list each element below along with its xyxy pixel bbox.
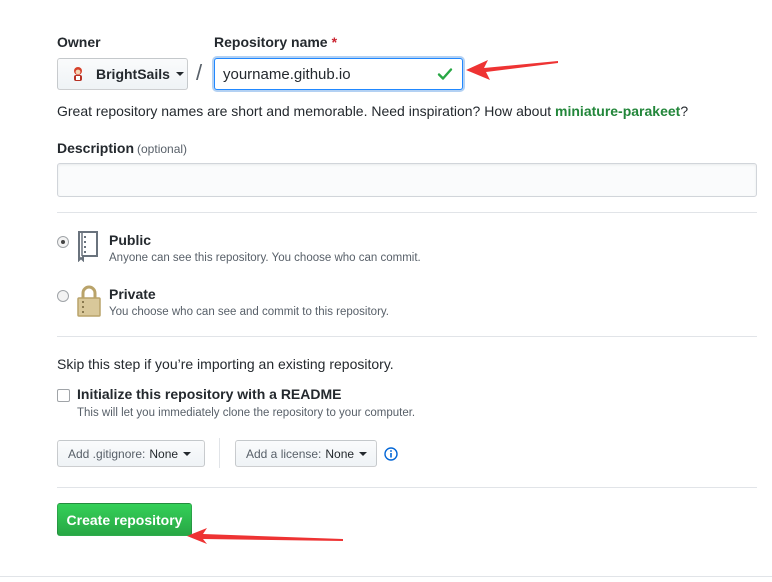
description-label: Description (optional) xyxy=(57,140,187,156)
repo-name-hint: Great repository names are short and mem… xyxy=(57,103,688,119)
license-select-button[interactable]: Add a license: None xyxy=(235,440,377,467)
check-icon xyxy=(437,68,453,80)
private-radio[interactable] xyxy=(57,290,69,302)
readme-note: This will let you immediately clone the … xyxy=(77,407,416,419)
public-radio[interactable] xyxy=(57,236,69,248)
public-note: Anyone can see this repository. You choo… xyxy=(109,252,421,264)
arrow-annotation xyxy=(466,60,558,80)
private-title: Private xyxy=(109,286,156,302)
public-title: Public xyxy=(109,232,152,248)
name-suggestion-link[interactable]: miniature-parakeet xyxy=(555,103,680,119)
caret-down-icon xyxy=(175,72,184,76)
gitignore-select-button[interactable]: Add .gitignore: None xyxy=(57,440,205,467)
repo-name-label-text: Repository name xyxy=(214,34,328,50)
lock-icon xyxy=(77,285,101,317)
page-bottom-divider xyxy=(0,576,772,577)
info-icon[interactable] xyxy=(384,447,398,461)
owner-repo-separator: / xyxy=(196,60,203,85)
required-mark: * xyxy=(331,34,338,50)
owner-name: BrightSails xyxy=(96,66,170,82)
divider xyxy=(57,487,757,488)
caret-down-icon xyxy=(359,451,368,456)
readme-checkbox[interactable] xyxy=(57,389,70,402)
owner-label: Owner xyxy=(57,34,101,50)
private-note: You choose who can see and commit to thi… xyxy=(109,306,389,318)
gitignore-value: None xyxy=(149,446,179,461)
owner-select-button[interactable]: BrightSails xyxy=(57,58,188,90)
description-optional: (optional) xyxy=(137,142,188,156)
description-label-text: Description xyxy=(57,140,135,156)
arrow-annotation xyxy=(187,528,343,544)
license-label: Add a license: xyxy=(246,446,322,461)
divider xyxy=(57,336,757,337)
repo-name-label: Repository name * xyxy=(214,34,337,50)
hint-prefix: Great repository names are short and mem… xyxy=(57,103,556,119)
license-value: None xyxy=(325,446,355,461)
repo-book-icon xyxy=(78,231,98,262)
repo-name-input[interactable] xyxy=(214,58,463,90)
description-input[interactable] xyxy=(57,163,757,197)
owner-avatar-icon xyxy=(74,67,82,81)
create-repository-button[interactable]: Create repository xyxy=(57,503,192,536)
readme-title: Initialize this repository with a README xyxy=(77,386,342,402)
hint-suffix: ? xyxy=(680,103,689,119)
divider xyxy=(57,212,757,213)
skip-text: Skip this step if you’re importing an ex… xyxy=(57,356,394,372)
caret-down-icon xyxy=(183,451,192,456)
gitignore-label: Add .gitignore: xyxy=(68,446,146,461)
vertical-divider xyxy=(219,438,220,468)
